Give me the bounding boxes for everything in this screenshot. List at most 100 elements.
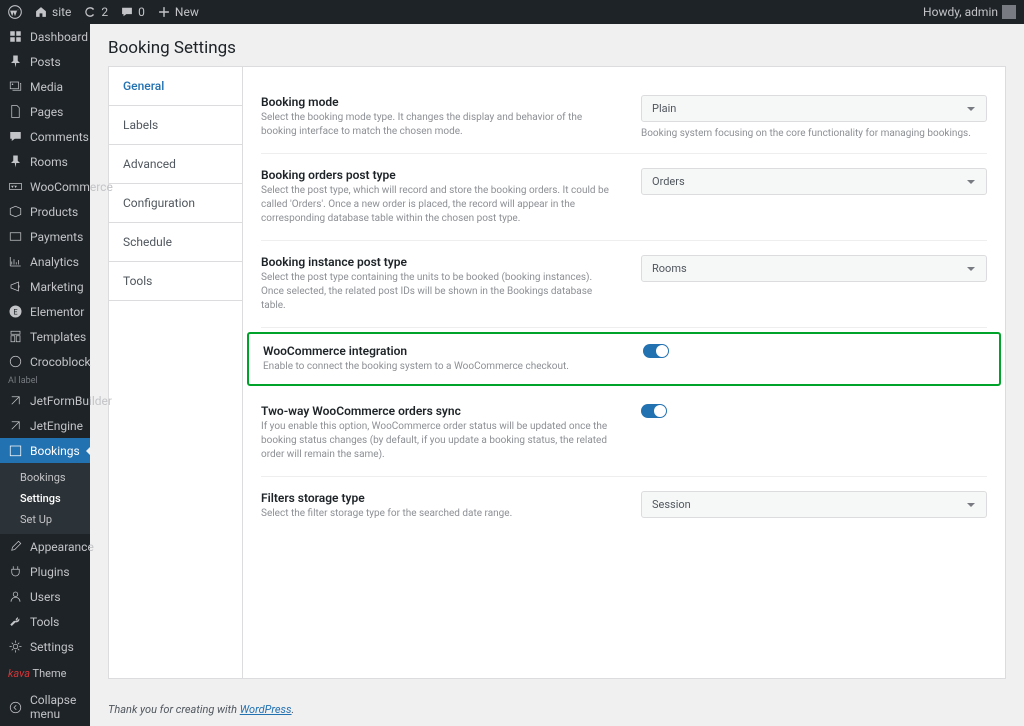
select-booking-orders-post-type[interactable]: Orders bbox=[641, 168, 987, 195]
menu-pages[interactable]: Pages bbox=[0, 99, 90, 124]
chevron-down-icon bbox=[966, 104, 976, 114]
admin-sidebar: DashboardPostsMediaPagesCommentsRoomsWoo… bbox=[0, 24, 90, 726]
menu-rooms[interactable]: Rooms bbox=[0, 149, 90, 174]
chevron-down-icon bbox=[966, 500, 976, 510]
menu-settings[interactable]: Settings bbox=[0, 634, 90, 659]
setting-two-way-woocommerce-orders-sync: Two-way WooCommerce orders syncIf you en… bbox=[261, 390, 987, 477]
wp-logo[interactable] bbox=[8, 5, 22, 19]
brush-icon bbox=[8, 539, 23, 554]
new-link[interactable]: New bbox=[157, 5, 199, 19]
dash-icon bbox=[8, 29, 23, 44]
gear-icon bbox=[8, 639, 23, 654]
setting-title: Booking orders post type bbox=[261, 168, 611, 182]
select-booking-mode[interactable]: Plain bbox=[641, 95, 987, 122]
setting-booking-instance-post-type: Booking instance post type Select the pos… bbox=[261, 241, 987, 328]
page-title: Booking Settings bbox=[90, 24, 1024, 66]
box-icon bbox=[8, 204, 23, 219]
menu-bookings[interactable]: Bookings bbox=[0, 438, 90, 463]
tab-schedule[interactable]: Schedule bbox=[109, 223, 242, 262]
menu-tools[interactable]: Tools bbox=[0, 609, 90, 634]
page-icon bbox=[8, 104, 23, 119]
setting-title: Two-way WooCommerce orders sync bbox=[261, 404, 611, 418]
menu-dashboard[interactable]: Dashboard bbox=[0, 24, 90, 49]
menu-appearance[interactable]: Appearance bbox=[0, 534, 90, 559]
menu-templates[interactable]: Templates bbox=[0, 324, 90, 349]
admin-bar: site 2 0 New Howdy, admin bbox=[0, 0, 1024, 24]
setting-booking-mode: Booking mode Select the booking mode type… bbox=[261, 81, 987, 154]
menu-jetengine[interactable]: JetEngine bbox=[0, 413, 90, 438]
setting-title: Booking mode bbox=[261, 95, 611, 109]
setting-booking-orders-post-type: Booking orders post type Select the post … bbox=[261, 154, 987, 241]
select-booking-instance-post-type[interactable]: Rooms bbox=[641, 255, 987, 282]
refresh-icon bbox=[83, 5, 97, 19]
submenu-settings[interactable]: Settings bbox=[0, 488, 90, 509]
tmpl-icon bbox=[8, 329, 23, 344]
comment-icon bbox=[8, 129, 23, 144]
menu-elementor[interactable]: EElementor bbox=[0, 299, 90, 324]
mega-icon bbox=[8, 279, 23, 294]
collapse-menu[interactable]: Collapse menu bbox=[0, 688, 90, 726]
setting-title: Booking instance post type bbox=[261, 255, 611, 269]
comments-link[interactable]: 0 bbox=[120, 5, 145, 19]
setting-title: Filters storage type bbox=[261, 491, 611, 505]
submenu: BookingsSettingsSet Up bbox=[0, 463, 90, 534]
collapse-icon bbox=[8, 700, 23, 715]
setting-woocommerce-integration: WooCommerce integration Enable to connect… bbox=[247, 332, 1001, 386]
woo-icon bbox=[8, 179, 23, 194]
tab-labels[interactable]: Labels bbox=[109, 106, 242, 145]
tab-advanced[interactable]: Advanced bbox=[109, 145, 242, 184]
tab-general[interactable]: General bbox=[109, 67, 242, 106]
setting-title: WooCommerce integration bbox=[263, 344, 613, 358]
plus-icon bbox=[157, 5, 171, 19]
media-icon bbox=[8, 79, 23, 94]
menu-media[interactable]: Media bbox=[0, 74, 90, 99]
footer: Thank you for creating with WordPress. bbox=[90, 693, 1024, 726]
comment-icon bbox=[120, 5, 134, 19]
kava-theme[interactable]: kava Theme bbox=[0, 659, 90, 688]
menu-marketing[interactable]: Marketing bbox=[0, 274, 90, 299]
tab-tools[interactable]: Tools bbox=[109, 262, 242, 301]
plug-icon bbox=[8, 564, 23, 579]
submenu-set-up[interactable]: Set Up bbox=[0, 509, 90, 530]
menu-jetformbuilder[interactable]: JetFormBuilder bbox=[0, 388, 90, 413]
avatar-icon bbox=[1002, 5, 1016, 19]
home-icon bbox=[34, 5, 48, 19]
settings-tabs: GeneralLabelsAdvancedConfigurationSchedu… bbox=[109, 67, 243, 678]
ai-label: AI label bbox=[0, 374, 90, 388]
setting-desc: Select the booking mode type. It changes… bbox=[261, 111, 611, 139]
toggle-two-way-woocommerce-orders-sync[interactable] bbox=[641, 404, 667, 418]
setting-desc: Select the post type, which will record … bbox=[261, 184, 611, 226]
cal-icon bbox=[8, 443, 23, 458]
menu-comments[interactable]: Comments bbox=[0, 124, 90, 149]
jet-icon bbox=[8, 393, 23, 408]
select-filters-storage-type[interactable]: Session bbox=[641, 491, 987, 518]
toggle-woocommerce-integration[interactable] bbox=[643, 344, 669, 358]
menu-woocommerce[interactable]: WooCommerce bbox=[0, 174, 90, 199]
pin-icon bbox=[8, 154, 23, 169]
chevron-down-icon bbox=[966, 264, 976, 274]
chart-icon bbox=[8, 254, 23, 269]
menu-crocoblock[interactable]: Crocoblock bbox=[0, 349, 90, 374]
submenu-bookings[interactable]: Bookings bbox=[0, 467, 90, 488]
menu-plugins[interactable]: Plugins bbox=[0, 559, 90, 584]
card-icon bbox=[8, 229, 23, 244]
menu-analytics[interactable]: Analytics bbox=[0, 249, 90, 274]
pin-icon bbox=[8, 54, 23, 69]
wordpress-link[interactable]: WordPress bbox=[240, 703, 292, 716]
jet-icon bbox=[8, 418, 23, 433]
howdy-link[interactable]: Howdy, admin bbox=[923, 5, 1016, 19]
user-icon bbox=[8, 589, 23, 604]
setting-desc: Enable to connect the booking system to … bbox=[263, 360, 613, 374]
settings-panel: GeneralLabelsAdvancedConfigurationSchedu… bbox=[108, 66, 1006, 679]
tab-configuration[interactable]: Configuration bbox=[109, 184, 242, 223]
setting-desc: Select the post type containing the unit… bbox=[261, 271, 611, 313]
setting-desc: Select the filter storage type for the s… bbox=[261, 507, 611, 521]
menu-users[interactable]: Users bbox=[0, 584, 90, 609]
menu-posts[interactable]: Posts bbox=[0, 49, 90, 74]
setting-filters-storage-type: Filters storage type Select the filter st… bbox=[261, 477, 987, 535]
menu-products[interactable]: Products bbox=[0, 199, 90, 224]
menu-payments[interactable]: Payments bbox=[0, 224, 90, 249]
e-icon: E bbox=[8, 304, 23, 319]
updates-link[interactable]: 2 bbox=[83, 5, 108, 19]
site-link[interactable]: site bbox=[34, 5, 71, 19]
